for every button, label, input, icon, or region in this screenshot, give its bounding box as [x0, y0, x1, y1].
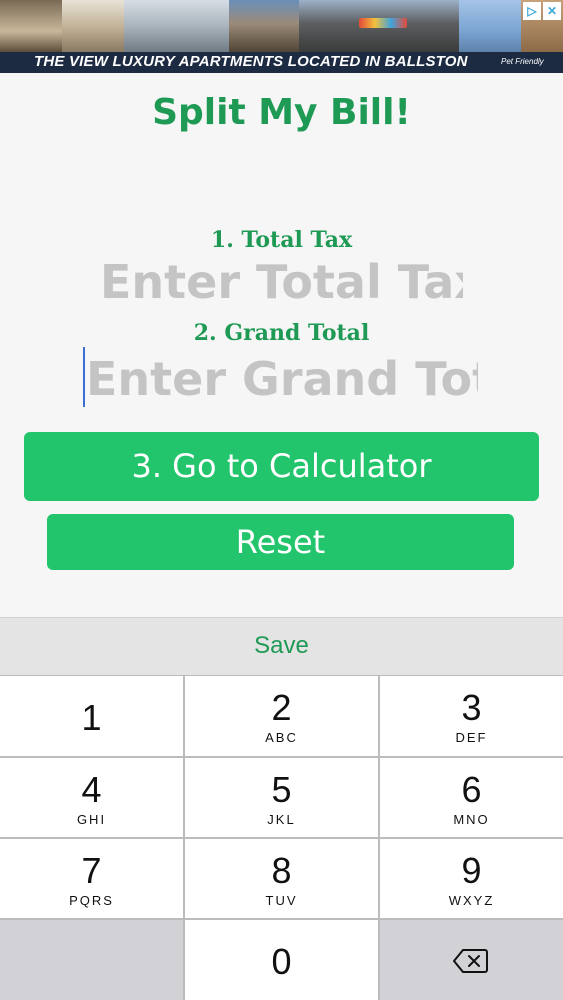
key-digit: 9 — [461, 850, 482, 891]
ad-photo — [229, 0, 299, 52]
key-digit: 6 — [461, 769, 482, 810]
key-8[interactable]: 8 TUV — [185, 839, 378, 918]
key-9[interactable]: 9 WXYZ — [380, 839, 563, 918]
delete-key[interactable] — [380, 920, 563, 1000]
key-digit: 4 — [81, 769, 102, 810]
ad-controls: ▷ ✕ — [523, 2, 561, 20]
ad-photo-strip — [0, 0, 563, 52]
key-digit: 3 — [461, 687, 482, 728]
key-0[interactable]: 0 — [185, 920, 378, 1000]
key-6[interactable]: 6 MNO — [380, 758, 563, 837]
key-digit: 5 — [271, 769, 292, 810]
keyboard-toolbar: Save — [0, 617, 563, 675]
key-blank — [0, 920, 183, 1000]
key-digit: 0 — [271, 941, 292, 982]
key-letters: MNO — [453, 812, 490, 827]
key-letters: WXYZ — [448, 893, 495, 908]
key-1[interactable]: 1 — [0, 676, 183, 756]
reset-button[interactable]: Reset — [47, 514, 514, 570]
text-caret — [83, 347, 85, 407]
ad-close-icon[interactable]: ✕ — [543, 2, 561, 20]
key-digit: 2 — [271, 687, 292, 728]
key-digit: 1 — [81, 697, 102, 738]
key-letters: PQRS — [69, 893, 114, 908]
ad-info-icon[interactable]: ▷ — [523, 2, 541, 20]
ad-photo — [62, 0, 124, 52]
ad-photo — [299, 0, 459, 52]
ad-photo — [459, 0, 521, 52]
go-to-calculator-button[interactable]: 3. Go to Calculator — [24, 432, 539, 501]
ad-photo — [124, 0, 229, 52]
ad-headline: THE VIEW LUXURY APARTMENTS LOCATED IN BA… — [34, 53, 468, 70]
key-letters: TUV — [265, 893, 298, 908]
key-7[interactable]: 7 PQRS — [0, 839, 183, 918]
ad-photo — [0, 0, 62, 52]
key-digit: 7 — [81, 850, 102, 891]
key-letters: ABC — [265, 730, 298, 745]
key-digit: 8 — [271, 850, 292, 891]
page-title: Split My Bill! — [152, 92, 411, 133]
key-letters: DEF — [455, 730, 488, 745]
save-button[interactable]: Save — [0, 632, 563, 660]
number-keypad: 1 2 ABC 3 DEF 4 GHI 5 JKL 6 MNO 7 PQRS 8… — [0, 675, 563, 1000]
ad-banner[interactable]: THE VIEW LUXURY APARTMENTS LOCATED IN BA… — [0, 0, 563, 73]
grand-total-label: 2. Grand Total — [193, 320, 370, 346]
key-3[interactable]: 3 DEF — [380, 676, 563, 756]
total-tax-input[interactable] — [100, 254, 463, 310]
grand-total-input[interactable] — [86, 350, 478, 408]
key-letters: GHI — [76, 812, 107, 827]
key-4[interactable]: 4 GHI — [0, 758, 183, 837]
backspace-icon — [453, 949, 488, 973]
total-tax-label: 1. Total Tax — [210, 227, 353, 253]
key-2[interactable]: 2 ABC — [185, 676, 378, 756]
key-5[interactable]: 5 JKL — [185, 758, 378, 837]
key-letters: JKL — [267, 812, 296, 827]
ad-tagline: Pet Friendly — [501, 57, 544, 66]
